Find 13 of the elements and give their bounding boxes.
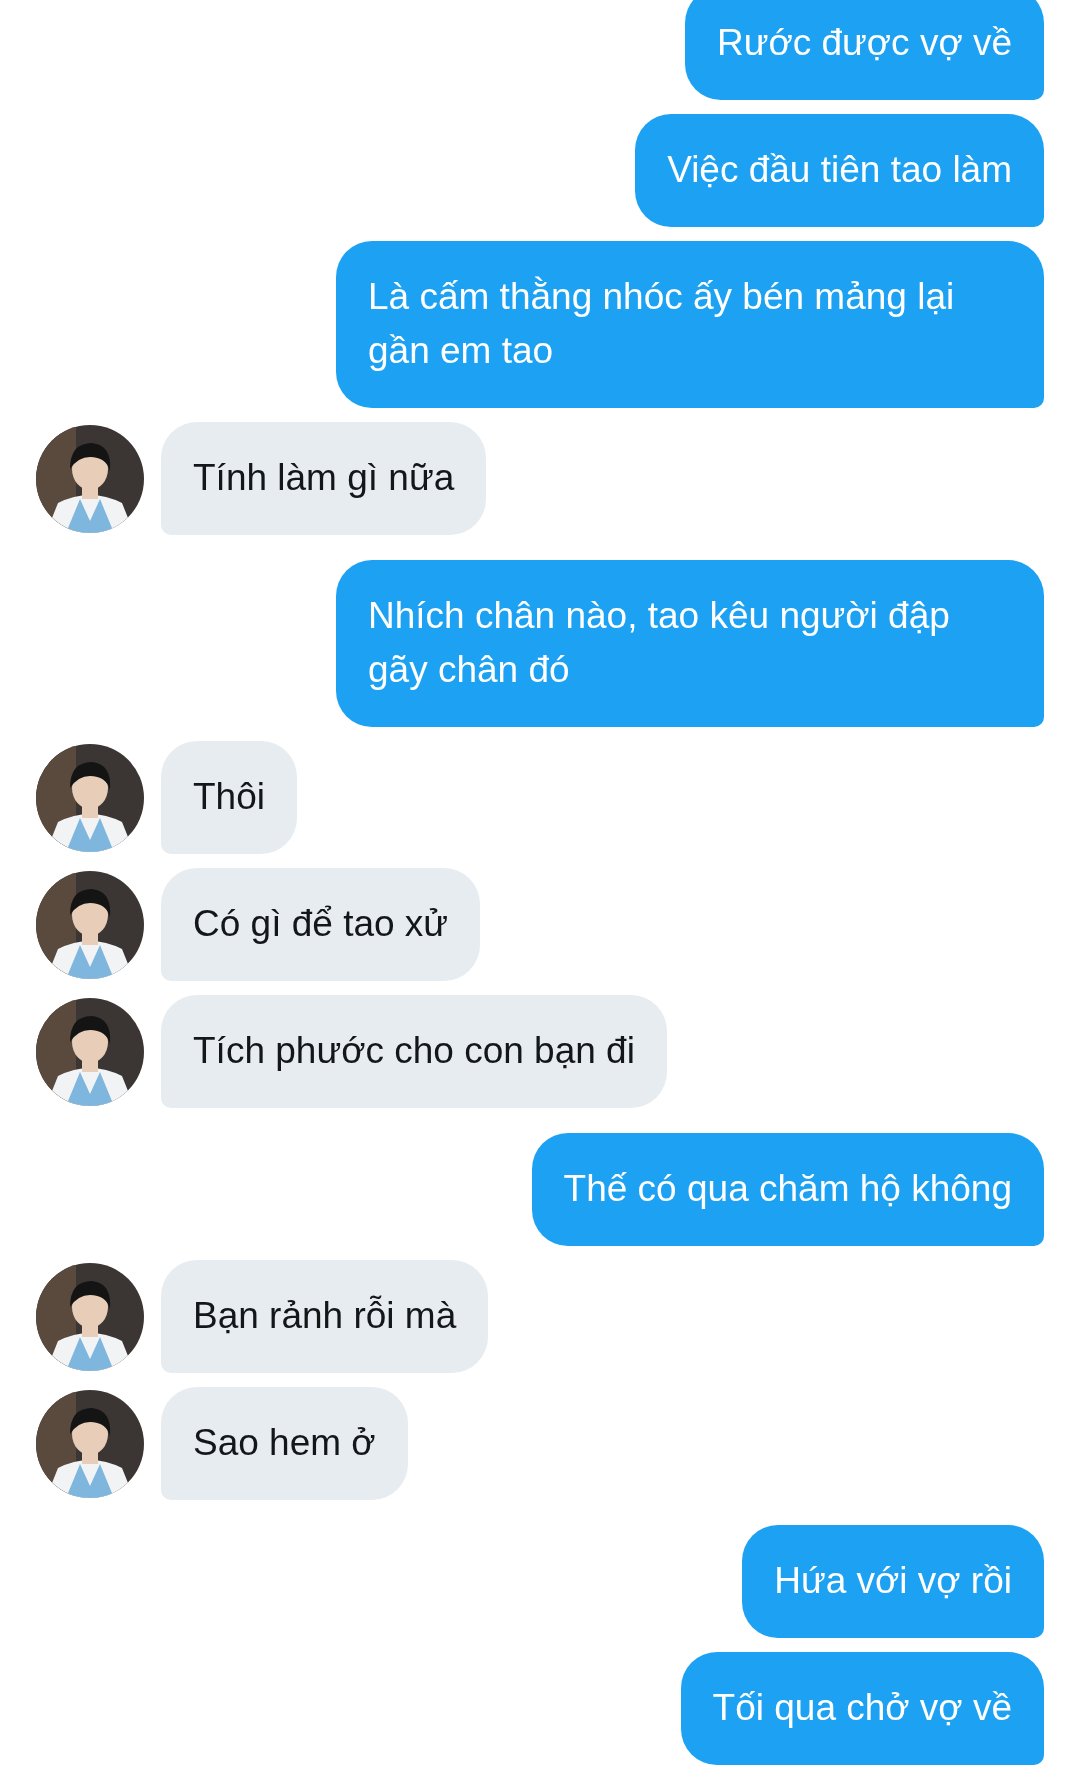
message-bubble: Bạn rảnh rỗi mà	[161, 1260, 489, 1373]
message-bubble: Là cấm thằng nhóc ấy bén mảng lại gần em tao	[336, 241, 1044, 408]
message-bubble: Có gì để tao xử	[161, 868, 481, 981]
message-bubble: Sao hem ở	[161, 1387, 408, 1500]
message-bubble: Rước được vợ về	[684, 0, 1044, 100]
message-bubble: Nhích chân nào, tao kêu người đập gãy chân đó	[336, 560, 1044, 727]
message-bubble: Thôi	[161, 741, 297, 854]
message-bubble: Thế có qua chăm hộ không	[531, 1133, 1044, 1246]
message-bubble: Tối qua chở vợ về	[680, 1652, 1044, 1765]
message-bubble: Việc đầu tiên tao làm	[635, 114, 1044, 227]
message-bubble: Hứa với vợ rồi	[742, 1525, 1044, 1638]
message-bubble: Tính làm gì nữa	[161, 422, 487, 535]
message-bubble: Tích phước cho con bạn đi	[161, 995, 667, 1108]
